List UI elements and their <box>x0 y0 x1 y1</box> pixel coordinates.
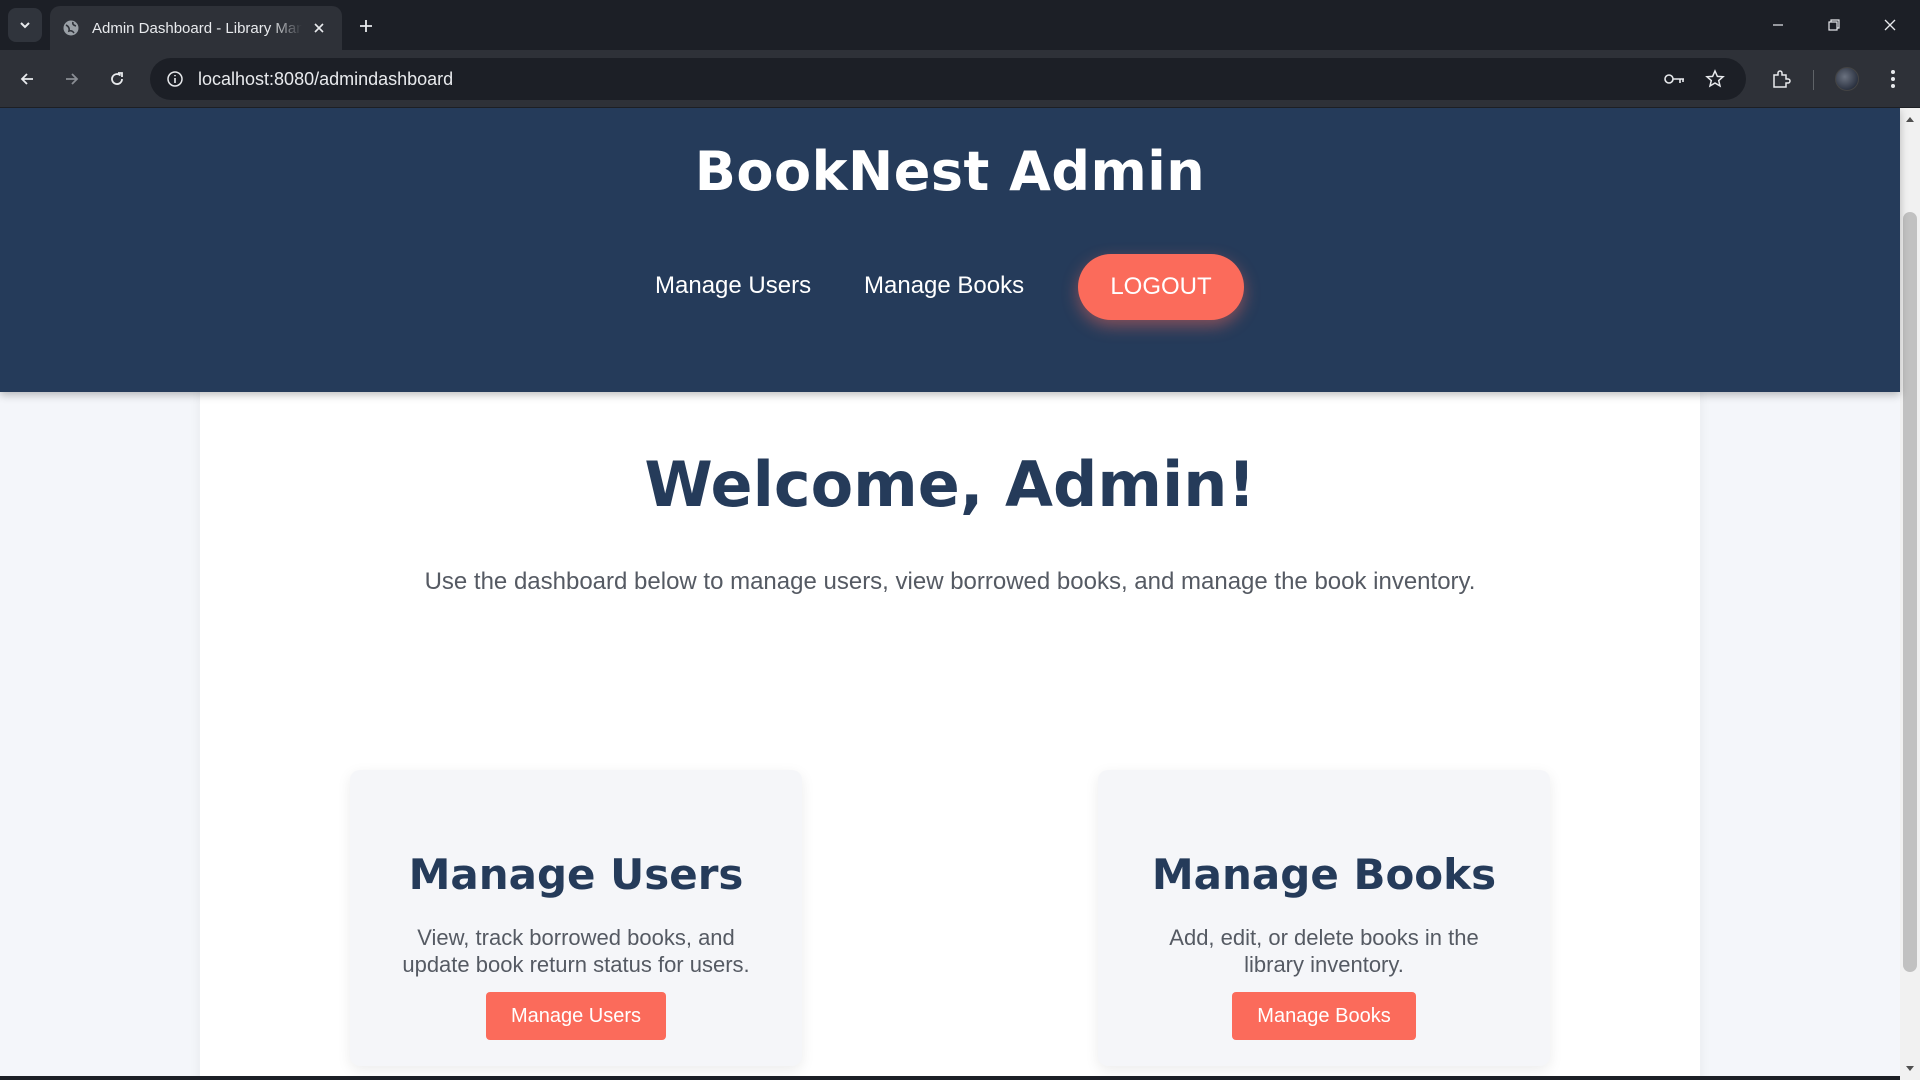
chevron-down-icon <box>20 22 30 29</box>
browser-tab-bar: Admin Dashboard - Library Management <box>0 0 1920 50</box>
back-button[interactable] <box>10 62 44 96</box>
reload-icon <box>111 72 123 85</box>
card-title: Manage Users <box>408 850 744 899</box>
intro-text: Use the dashboard below to manage users,… <box>424 568 1476 595</box>
manage-books-card: Manage Books Add, edit, or delete books … <box>1098 770 1550 1066</box>
manage-books-button[interactable]: Manage Books <box>1232 992 1416 1040</box>
minimize-button[interactable] <box>1758 8 1798 42</box>
new-tab-button[interactable] <box>352 12 380 40</box>
close-icon <box>1884 19 1896 31</box>
avatar <box>1835 67 1859 91</box>
card-description: Add, edit, or delete books in the librar… <box>1169 925 1479 977</box>
puzzle-icon <box>1773 70 1791 88</box>
extensions-button[interactable] <box>1764 62 1798 96</box>
profile-button[interactable] <box>1830 62 1864 96</box>
browser-toolbar: localhost:8080/admindashboard <box>0 50 1920 108</box>
minimize-icon <box>1773 24 1783 26</box>
globe-icon <box>62 19 80 37</box>
close-window-button[interactable] <box>1870 8 1910 42</box>
vertical-scrollbar[interactable] <box>1900 108 1920 1080</box>
nav-manage-books[interactable]: Manage Books <box>864 272 1024 300</box>
tab-title: Admin Dashboard - Library Management <box>92 19 302 37</box>
forward-arrow-icon <box>66 73 79 85</box>
card-description: View, track borrowed books, and update b… <box>402 925 750 977</box>
main-nav: Manage Users Manage Books LOGOUT <box>0 254 1900 320</box>
scroll-down-arrow-icon[interactable] <box>1900 1060 1920 1078</box>
url-text[interactable]: localhost:8080/admindashboard <box>198 69 453 90</box>
key-icon[interactable] <box>1658 62 1692 96</box>
card-title: Manage Books <box>1151 850 1497 899</box>
info-icon[interactable] <box>154 58 196 100</box>
browser-menu-button[interactable] <box>1876 62 1910 96</box>
toolbar-divider <box>1813 70 1814 90</box>
back-arrow-icon <box>20 73 33 85</box>
forward-button[interactable] <box>55 62 89 96</box>
logout-button[interactable]: LOGOUT <box>1078 254 1244 320</box>
welcome-heading: Welcome, Admin! <box>644 448 1256 521</box>
manage-users-card: Manage Users View, track borrowed books,… <box>350 770 802 1066</box>
scrollbar-thumb[interactable] <box>1903 212 1917 972</box>
restore-button[interactable] <box>1814 8 1854 42</box>
plus-icon <box>360 20 372 32</box>
manage-users-button[interactable]: Manage Users <box>486 992 666 1040</box>
close-icon[interactable] <box>308 17 330 39</box>
kebab-menu-icon <box>1891 70 1895 88</box>
page-viewport: Welcome, Admin! Use the dashboard below … <box>0 108 1920 1080</box>
reload-button[interactable] <box>100 62 134 96</box>
main-content: Welcome, Admin! Use the dashboard below … <box>200 368 1700 1080</box>
scroll-up-arrow-icon[interactable] <box>1900 110 1920 128</box>
nav-manage-users[interactable]: Manage Users <box>655 272 811 300</box>
window-bottom-edge <box>0 1076 1900 1080</box>
star-icon[interactable] <box>1698 62 1732 96</box>
tab-list-button[interactable] <box>8 8 42 42</box>
browser-tab[interactable]: Admin Dashboard - Library Management <box>50 6 342 50</box>
restore-icon <box>1828 19 1840 31</box>
site-header: BookNest Admin Manage Users Manage Books… <box>0 108 1900 392</box>
address-bar[interactable]: localhost:8080/admindashboard <box>150 58 1746 100</box>
brand-title: BookNest Admin <box>694 140 1206 203</box>
